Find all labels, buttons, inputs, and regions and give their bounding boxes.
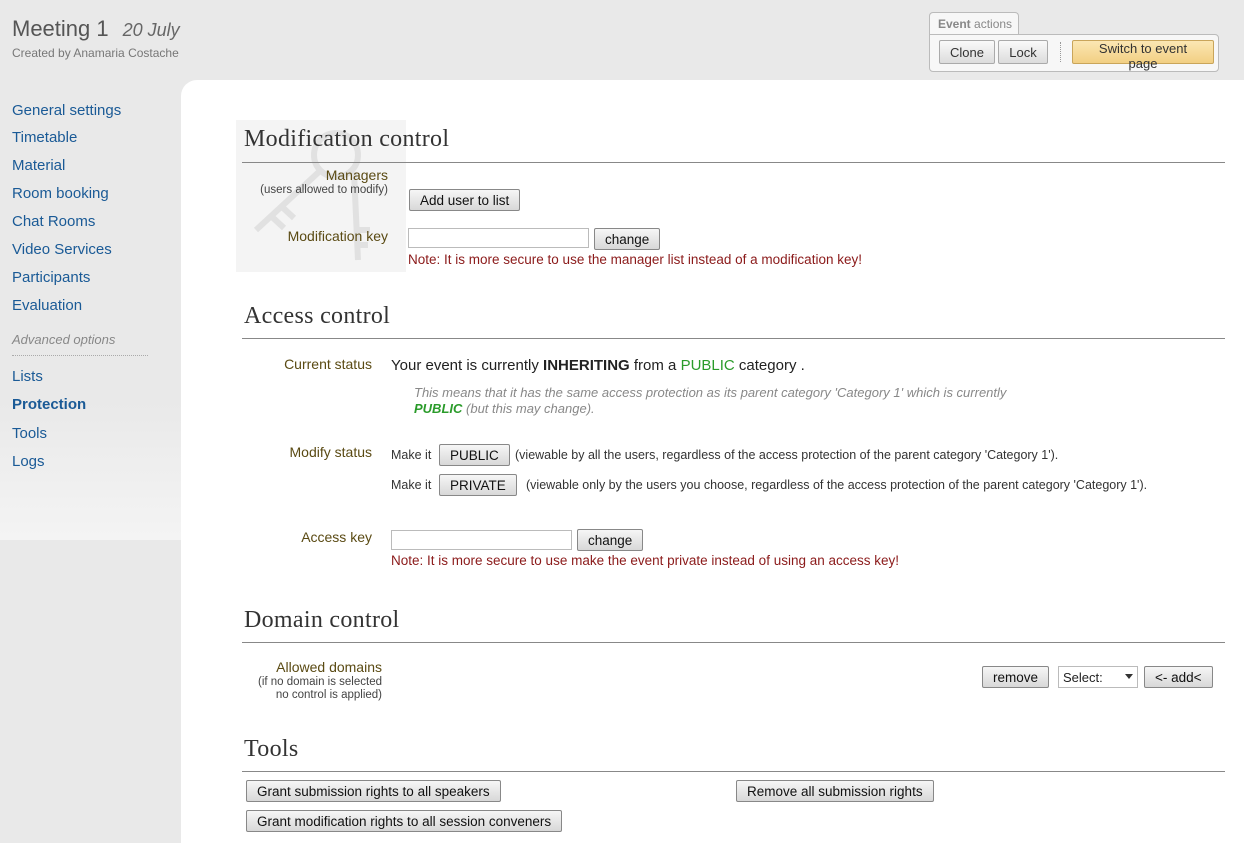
advanced-options-label: Advanced options: [12, 332, 116, 347]
sidebar-item-protection[interactable]: Protection: [12, 396, 86, 413]
clone-button[interactable]: Clone: [939, 40, 995, 64]
access-key-note: Note: It is more secure to use make the …: [391, 553, 900, 568]
add-user-to-list-button[interactable]: Add user to list: [409, 189, 521, 211]
status-explanation: This means that it has the same access p…: [414, 385, 1094, 417]
status-mid: from a: [633, 357, 677, 374]
make-public-button[interactable]: PUBLIC: [439, 444, 510, 466]
event-actions-tab-rest: actions: [974, 17, 1013, 31]
access-control-title: Access control: [244, 303, 391, 329]
explain-post: (but this may change).: [466, 401, 595, 416]
created-by: Created by Anamaria Costache: [12, 46, 179, 60]
explain-public: PUBLIC: [414, 401, 463, 416]
access-key-input[interactable]: [391, 530, 572, 550]
tools-title: Tools: [244, 736, 299, 762]
access-key-label: Access key: [301, 529, 372, 545]
modification-key-label: Modification key: [287, 228, 388, 244]
make-private-description: (viewable only by the users you choose, …: [526, 478, 1148, 492]
sidebar-item-logs[interactable]: Logs: [12, 453, 45, 470]
sidebar-item-room-booking[interactable]: Room booking: [12, 185, 109, 202]
modification-key-input[interactable]: [408, 228, 589, 248]
event-title-text: Meeting 1: [12, 16, 109, 41]
sidebar-item-participants[interactable]: Participants: [12, 269, 90, 286]
actions-separator: [1060, 42, 1061, 62]
sidebar-item-tools[interactable]: Tools: [12, 425, 47, 442]
status-mode: INHERITING: [543, 357, 630, 374]
grant-submission-rights-button[interactable]: Grant submission rights to all speakers: [246, 780, 501, 802]
allowed-domains-label: Allowed domains: [276, 659, 382, 675]
make-private-button[interactable]: PRIVATE: [439, 474, 517, 496]
sidebar-item-chat-rooms[interactable]: Chat Rooms: [12, 213, 95, 230]
remove-submission-rights-button[interactable]: Remove all submission rights: [736, 780, 934, 802]
make-it-label: Make it: [391, 448, 432, 462]
chevron-down-icon: [1125, 674, 1133, 679]
event-title: Meeting 1 20 July: [12, 16, 180, 42]
domain-select-value: Select:: [1063, 670, 1103, 685]
access-control-rule: [242, 338, 1225, 339]
status-pre: Your event is currently: [391, 357, 539, 374]
managers-sublabel: (users allowed to modify): [260, 184, 388, 196]
allowed-domains-sub2: no control is applied): [275, 689, 382, 701]
add-domain-button[interactable]: <- add<: [1144, 666, 1213, 688]
current-status-text: Your event is currently INHERITING from …: [391, 357, 805, 374]
modify-status-label: Modify status: [289, 444, 372, 460]
managers-label: Managers: [325, 167, 388, 183]
sidebar-item-timetable[interactable]: Timetable: [12, 129, 77, 146]
make-private-row: Make it PRIVATE (viewable only by the us…: [391, 474, 1211, 498]
allowed-domains-sub1: (if no domain is selected: [257, 676, 382, 688]
grant-modification-rights-button[interactable]: Grant modification rights to all session…: [246, 810, 563, 832]
tools-rule: [242, 771, 1225, 772]
sidebar-item-lists[interactable]: Lists: [12, 368, 43, 385]
domain-select[interactable]: Select:: [1058, 666, 1138, 688]
remove-domain-button[interactable]: remove: [982, 666, 1050, 688]
domain-control-rule: [242, 642, 1225, 643]
modification-control-rule: [242, 162, 1225, 163]
sidebar-item-general-settings[interactable]: General settings: [12, 102, 121, 119]
make-it-label: Make it: [391, 478, 432, 492]
event-actions-tab-bold: Event: [938, 17, 971, 31]
make-public-row: Make it PUBLIC (viewable by all the user…: [391, 444, 1211, 468]
sidebar-item-evaluation[interactable]: Evaluation: [12, 297, 82, 314]
current-status-label: Current status: [284, 356, 372, 372]
lock-button[interactable]: Lock: [998, 40, 1048, 64]
switch-to-event-page-button[interactable]: Switch to event page: [1072, 40, 1214, 71]
sidebar-item-video-services[interactable]: Video Services: [12, 241, 112, 258]
modification-key-note: Note: It is more secure to use the manag…: [408, 252, 862, 267]
status-public: PUBLIC: [680, 357, 735, 374]
event-actions-tab: Event actions: [929, 12, 1019, 34]
status-post: category .: [738, 357, 805, 374]
explain-pre: This means that it has the same access p…: [414, 385, 1007, 400]
event-date: 20 July: [122, 20, 180, 40]
modification-key-change-button[interactable]: change: [594, 228, 661, 250]
sidebar-divider: [12, 355, 148, 356]
sidebar-item-material[interactable]: Material: [12, 157, 65, 174]
make-public-description: (viewable by all the users, regardless o…: [515, 448, 1059, 462]
domain-control-title: Domain control: [244, 607, 400, 633]
modification-control-title: Modification control: [244, 126, 450, 152]
access-key-change-button[interactable]: change: [577, 529, 644, 551]
